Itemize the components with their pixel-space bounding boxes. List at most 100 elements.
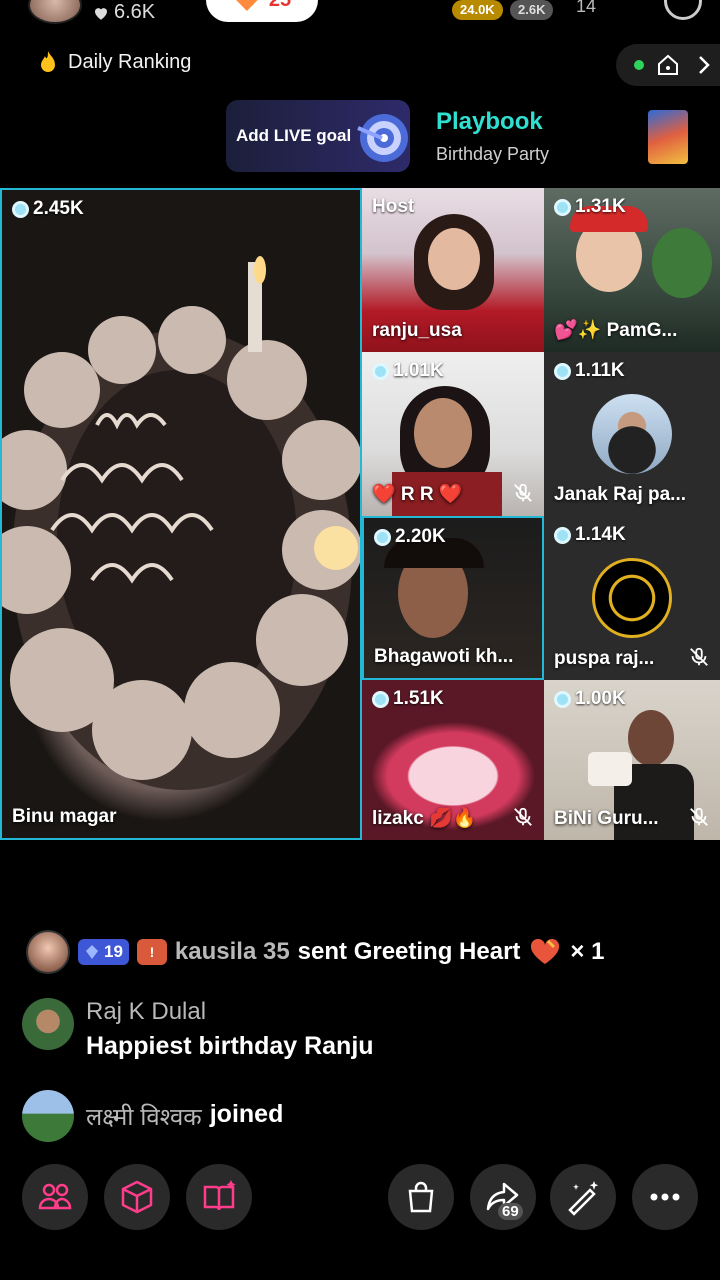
gift-heart-icon: [232, 0, 261, 11]
guest-avatar: [592, 394, 672, 474]
comment-text: Happiest birthday Ranju: [86, 1032, 374, 1060]
daily-ranking[interactable]: Daily Ranking: [38, 50, 191, 74]
more-options-button[interactable]: [632, 1164, 698, 1230]
playbook-title: Playbook: [436, 108, 543, 135]
shop-button[interactable]: [388, 1164, 454, 1230]
pill-count: 25: [269, 0, 291, 12]
guest-tile[interactable]: 1.01K ❤️ R R ❤️: [362, 352, 544, 516]
fan-badge: !: [136, 939, 167, 965]
host-label: Host: [372, 196, 415, 217]
tile-coin-count: 1.14K: [554, 524, 626, 546]
tile-username: 💕✨ PamG...: [554, 320, 678, 341]
gift-multiplier: × 1: [570, 938, 605, 965]
guest-tile[interactable]: 1.00K BiNi Guru...: [544, 680, 720, 840]
coin-icon: [372, 690, 389, 708]
people-icon: [38, 1183, 72, 1210]
joined-user-name[interactable]: लक्ष्मी विश्वक: [86, 1100, 202, 1133]
live-status-dot: [634, 60, 644, 70]
joined-label: joined: [209, 1099, 284, 1128]
guest-tile[interactable]: 2.20K Bhagawoti kh...: [362, 516, 544, 680]
greeting-heart-gift-icon: [531, 938, 560, 964]
magic-wand-icon: [568, 1181, 599, 1216]
add-live-goal-label: Add LIVE goal: [236, 126, 352, 145]
playbook-subtitle: Birthday Party: [436, 144, 550, 164]
cake-illustration: [2, 256, 360, 790]
coin-icon: [554, 690, 571, 708]
guest-tile[interactable]: 1.31K 💕✨ PamG...: [544, 188, 720, 352]
commenter-avatar[interactable]: [22, 998, 74, 1050]
playbook-thumbnail[interactable]: [648, 110, 688, 164]
playbook-card[interactable]: Playbook Birthday Party: [436, 108, 549, 165]
second-gifter-coins[interactable]: 2.6K: [510, 0, 554, 20]
tile-coin-count: 2.45K: [12, 198, 84, 220]
commenter-name[interactable]: Raj K Dulal: [86, 998, 374, 1026]
tile-username: Janak Raj pa...: [554, 484, 687, 505]
top-status-strip: 6.6K 25 24.0K 2.6K 14: [0, 0, 720, 30]
live-controls[interactable]: [616, 44, 720, 86]
guests-button[interactable]: [22, 1164, 88, 1230]
coin-icon: [12, 200, 29, 218]
comment-item: Raj K Dulal Happiest birthday Ranju: [22, 998, 374, 1061]
effects-button[interactable]: [104, 1164, 170, 1230]
mic-muted-icon: [690, 647, 708, 666]
host-face: [428, 228, 480, 290]
user-level-badge: 19: [78, 939, 129, 965]
coin-icon: [374, 528, 391, 546]
guest-face: [628, 710, 674, 766]
tile-username: BiNi Guru...: [554, 808, 659, 829]
join-notification: लक्ष्मी विश्वक joined: [22, 1090, 283, 1142]
gift-sender[interactable]: kausila 35: [175, 938, 290, 966]
mic-muted-icon: [514, 807, 532, 826]
home-icon[interactable]: [656, 53, 680, 77]
host-avatar[interactable]: [28, 0, 82, 24]
tile-coin-count: 1.51K: [372, 688, 444, 710]
coin-icon: [554, 526, 571, 544]
tile-username: ranju_usa: [372, 320, 462, 341]
ranking-label: Daily Ranking: [68, 50, 192, 73]
shopping-bag-icon: [408, 1181, 434, 1213]
mic-muted-icon: [690, 807, 708, 826]
small-cake: [588, 752, 632, 786]
diamond-icon: [86, 945, 98, 959]
tile-coin-count: 1.11K: [554, 360, 625, 382]
target-icon: [357, 114, 408, 162]
cube-icon: [121, 1180, 153, 1214]
likes-count: 6.6K: [92, 1, 155, 24]
close-icon[interactable]: [664, 0, 702, 20]
guest-tile-main[interactable]: 2.45K Binu magar: [0, 188, 362, 840]
commenter-avatar[interactable]: [26, 930, 70, 974]
tile-username: ❤️ R R ❤️: [372, 484, 463, 505]
flame-icon: [41, 51, 55, 72]
mic-muted-icon: [514, 483, 532, 502]
tile-username: puspa raj...: [554, 648, 655, 669]
guest-face: [414, 398, 472, 468]
tile-username: Bhagawoti kh...: [374, 646, 514, 667]
tile-username: lizakc 💋🔥: [372, 808, 477, 829]
guest-avatar-logo: [592, 558, 672, 638]
more-dots-icon: [650, 1193, 680, 1201]
host-tile[interactable]: Host ranju_usa: [362, 188, 544, 352]
add-live-goal-button[interactable]: Add LIVE goal: [226, 100, 410, 172]
chevron-right-icon[interactable]: [692, 53, 716, 77]
heart-icon: [95, 7, 107, 20]
coin-icon: [554, 362, 571, 380]
enhance-button[interactable]: [550, 1164, 616, 1230]
book-sparkle-icon: [203, 1180, 236, 1211]
gift-action: sent Greeting Heart: [297, 938, 521, 965]
tile-username: Binu magar: [12, 806, 117, 827]
guest-tile[interactable]: 1.51K lizakc 💋🔥: [362, 680, 544, 840]
viewer-count[interactable]: 14: [576, 0, 636, 16]
top-gifter-coins[interactable]: 24.0K: [452, 0, 503, 20]
gift-notification: 19 ! kausila 35 sent Greeting Heart × 1: [26, 930, 604, 974]
share-count: 69: [498, 1203, 523, 1220]
playbook-button[interactable]: [186, 1164, 252, 1230]
coin-icon: [554, 198, 571, 216]
tile-coin-count: 1.31K: [554, 196, 626, 218]
commenter-avatar[interactable]: [22, 1090, 74, 1142]
tile-coin-count: 1.01K: [372, 360, 444, 382]
guest-tile[interactable]: 1.11K Janak Raj pa...: [544, 352, 720, 516]
guest-tile[interactable]: 1.14K puspa raj...: [544, 516, 720, 680]
share-button[interactable]: [470, 1164, 536, 1230]
tile-coin-count: 2.20K: [374, 526, 446, 548]
follow-pill[interactable]: 25: [206, 0, 318, 22]
